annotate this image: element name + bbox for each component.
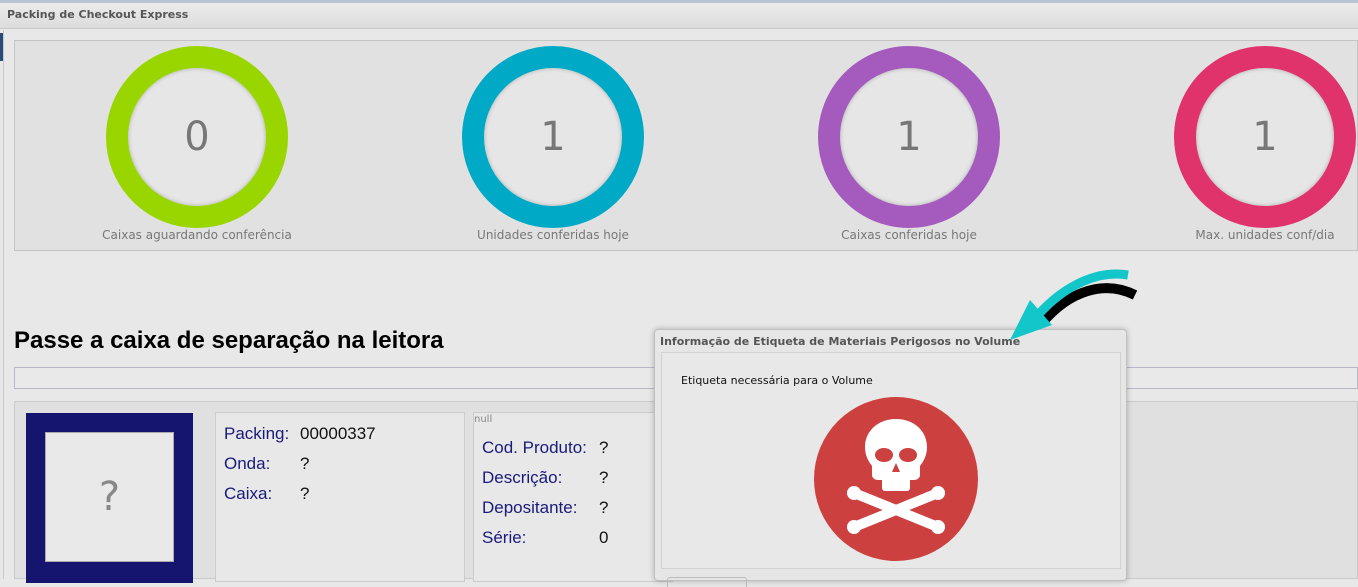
stat-ring: 0 [106, 46, 288, 228]
cod-produto-value: ? [599, 438, 609, 457]
stat-ring: 1 [462, 46, 644, 228]
cod-produto-label: Cod. Produto: [482, 438, 587, 457]
hazmat-label-dialog: Informação de Etiqueta de Materiais Peri… [654, 329, 1127, 587]
stat-label: Unidades conferidas hoje [477, 228, 629, 242]
depositante-value: ? [599, 498, 609, 517]
image-placeholder: ? [45, 432, 174, 562]
stat-boxes-today: 1 Caixas conferidas hoje [759, 41, 1059, 252]
instruction-heading: Passe a caixa de separação na leitora [14, 327, 444, 354]
null-text: null [474, 414, 493, 425]
annotation-arrow-icon [1010, 269, 1138, 340]
stat-units-today: 1 Unidades conferidas hoje [403, 41, 703, 252]
packing-value: 00000337 [300, 424, 376, 443]
dialog-content: Etiqueta necessária para o Volume [661, 352, 1121, 569]
onda-label: Onda: [224, 454, 271, 473]
stat-label: Caixas aguardando conferência [102, 228, 292, 242]
stat-label: Max. unidades conf/dia [1195, 228, 1335, 242]
stat-max-units: 1 Max. unidades conf/dia [1115, 41, 1358, 252]
window-titlebar: Packing de Checkout Express [0, 3, 1358, 29]
caixa-value: ? [300, 484, 310, 503]
stat-boxes-waiting: 0 Caixas aguardando conferência [47, 41, 347, 252]
descricao-value: ? [599, 468, 609, 487]
stats-panel: 0 Caixas aguardando conferência 1 Unidad… [14, 40, 1358, 251]
stat-ring: 1 [818, 46, 1000, 228]
depositante-label: Depositante: [482, 498, 578, 517]
product-image-frame: ? [26, 413, 193, 583]
packing-label: Packing: [224, 424, 290, 443]
descricao-label: Descrição: [482, 468, 563, 487]
dialog-message: Etiqueta necessária para o Volume [681, 374, 873, 387]
window-title: Packing de Checkout Express [7, 8, 189, 21]
caixa-label: Caixa: [224, 484, 273, 503]
serie-label: Série: [482, 528, 527, 547]
dialog-title: Informação de Etiqueta de Materiais Peri… [660, 335, 1021, 348]
stat-label: Caixas conferidas hoje [841, 228, 977, 242]
stat-ring: 1 [1174, 46, 1356, 228]
skull-crossbones-icon [814, 397, 978, 561]
left-border [3, 30, 4, 579]
serie-value: 0 [599, 528, 609, 547]
onda-value: ? [300, 454, 310, 473]
